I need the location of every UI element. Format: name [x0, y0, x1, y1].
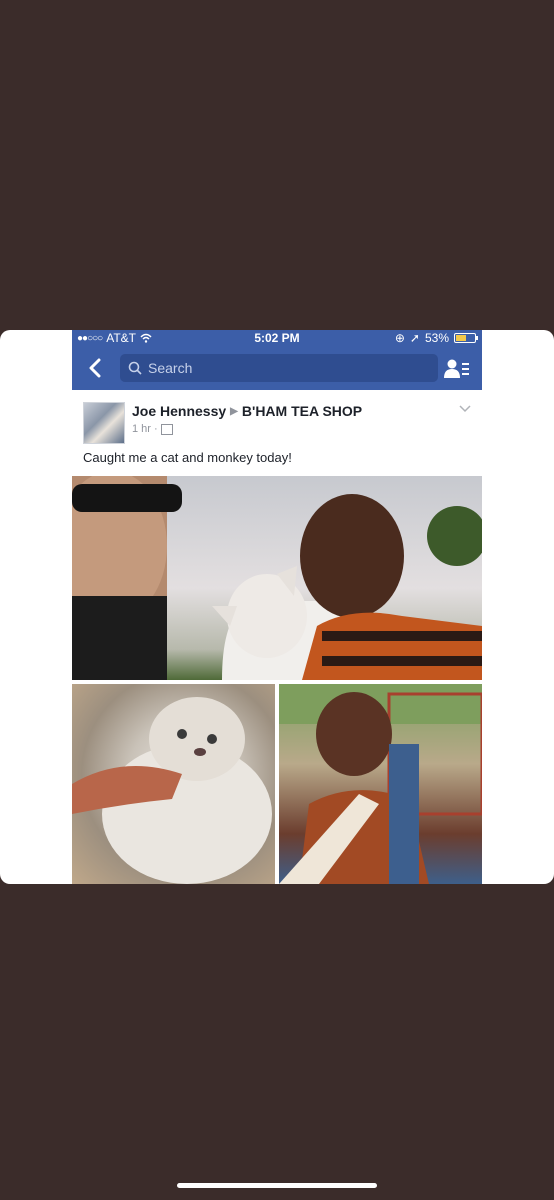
- facebook-app-screenshot: ●●○○○ AT&T 5:02 PM ⊕ ➚ 53% Search Joe He…: [72, 330, 482, 884]
- location-icon: ➚: [409, 331, 420, 345]
- search-placeholder: Search: [148, 360, 193, 376]
- post-photo-kid[interactable]: [279, 684, 482, 884]
- post-caption: Caught me a cat and monkey today!: [83, 450, 292, 465]
- post-header: Joe Hennessy ▶ B'HAM TEA SHOP 1 hr · Cau…: [72, 390, 482, 476]
- avatar[interactable]: [83, 402, 125, 444]
- search-icon: [128, 361, 142, 375]
- home-indicator[interactable]: [177, 1183, 377, 1188]
- photo-main-illustration: [72, 476, 482, 680]
- screenshot-card: ●●○○○ AT&T 5:02 PM ⊕ ➚ 53% Search Joe He…: [0, 330, 554, 884]
- time-ago[interactable]: 1 hr ·: [132, 423, 158, 435]
- friends-icon[interactable]: [444, 358, 470, 380]
- battery-percent: 53%: [424, 331, 449, 345]
- search-input[interactable]: Search: [120, 354, 438, 382]
- status-bar: ●●○○○ AT&T 5:02 PM ⊕ ➚ 53%: [72, 330, 482, 346]
- photo-kid-illustration: [279, 684, 482, 884]
- triangle-right-icon: ▶: [230, 405, 238, 417]
- target-page[interactable]: B'HAM TEA SHOP: [242, 403, 362, 419]
- post-author-line: Joe Hennessy ▶ B'HAM TEA SHOP: [132, 403, 362, 419]
- post-photo-cat[interactable]: [72, 684, 275, 884]
- photo-cat-illustration: [72, 697, 272, 884]
- nav-bar: Search: [72, 346, 482, 390]
- author-name[interactable]: Joe Hennessy: [132, 403, 226, 419]
- chevron-down-icon[interactable]: [458, 404, 472, 414]
- calendar-icon: [160, 423, 173, 435]
- rotation-lock-icon: ⊕: [394, 331, 405, 345]
- post-photo-main[interactable]: [72, 476, 482, 680]
- battery-icon: [454, 333, 478, 343]
- post-meta: 1 hr ·: [132, 423, 173, 435]
- status-right: ⊕ ➚ 53%: [394, 331, 478, 345]
- back-icon[interactable]: [88, 358, 108, 378]
